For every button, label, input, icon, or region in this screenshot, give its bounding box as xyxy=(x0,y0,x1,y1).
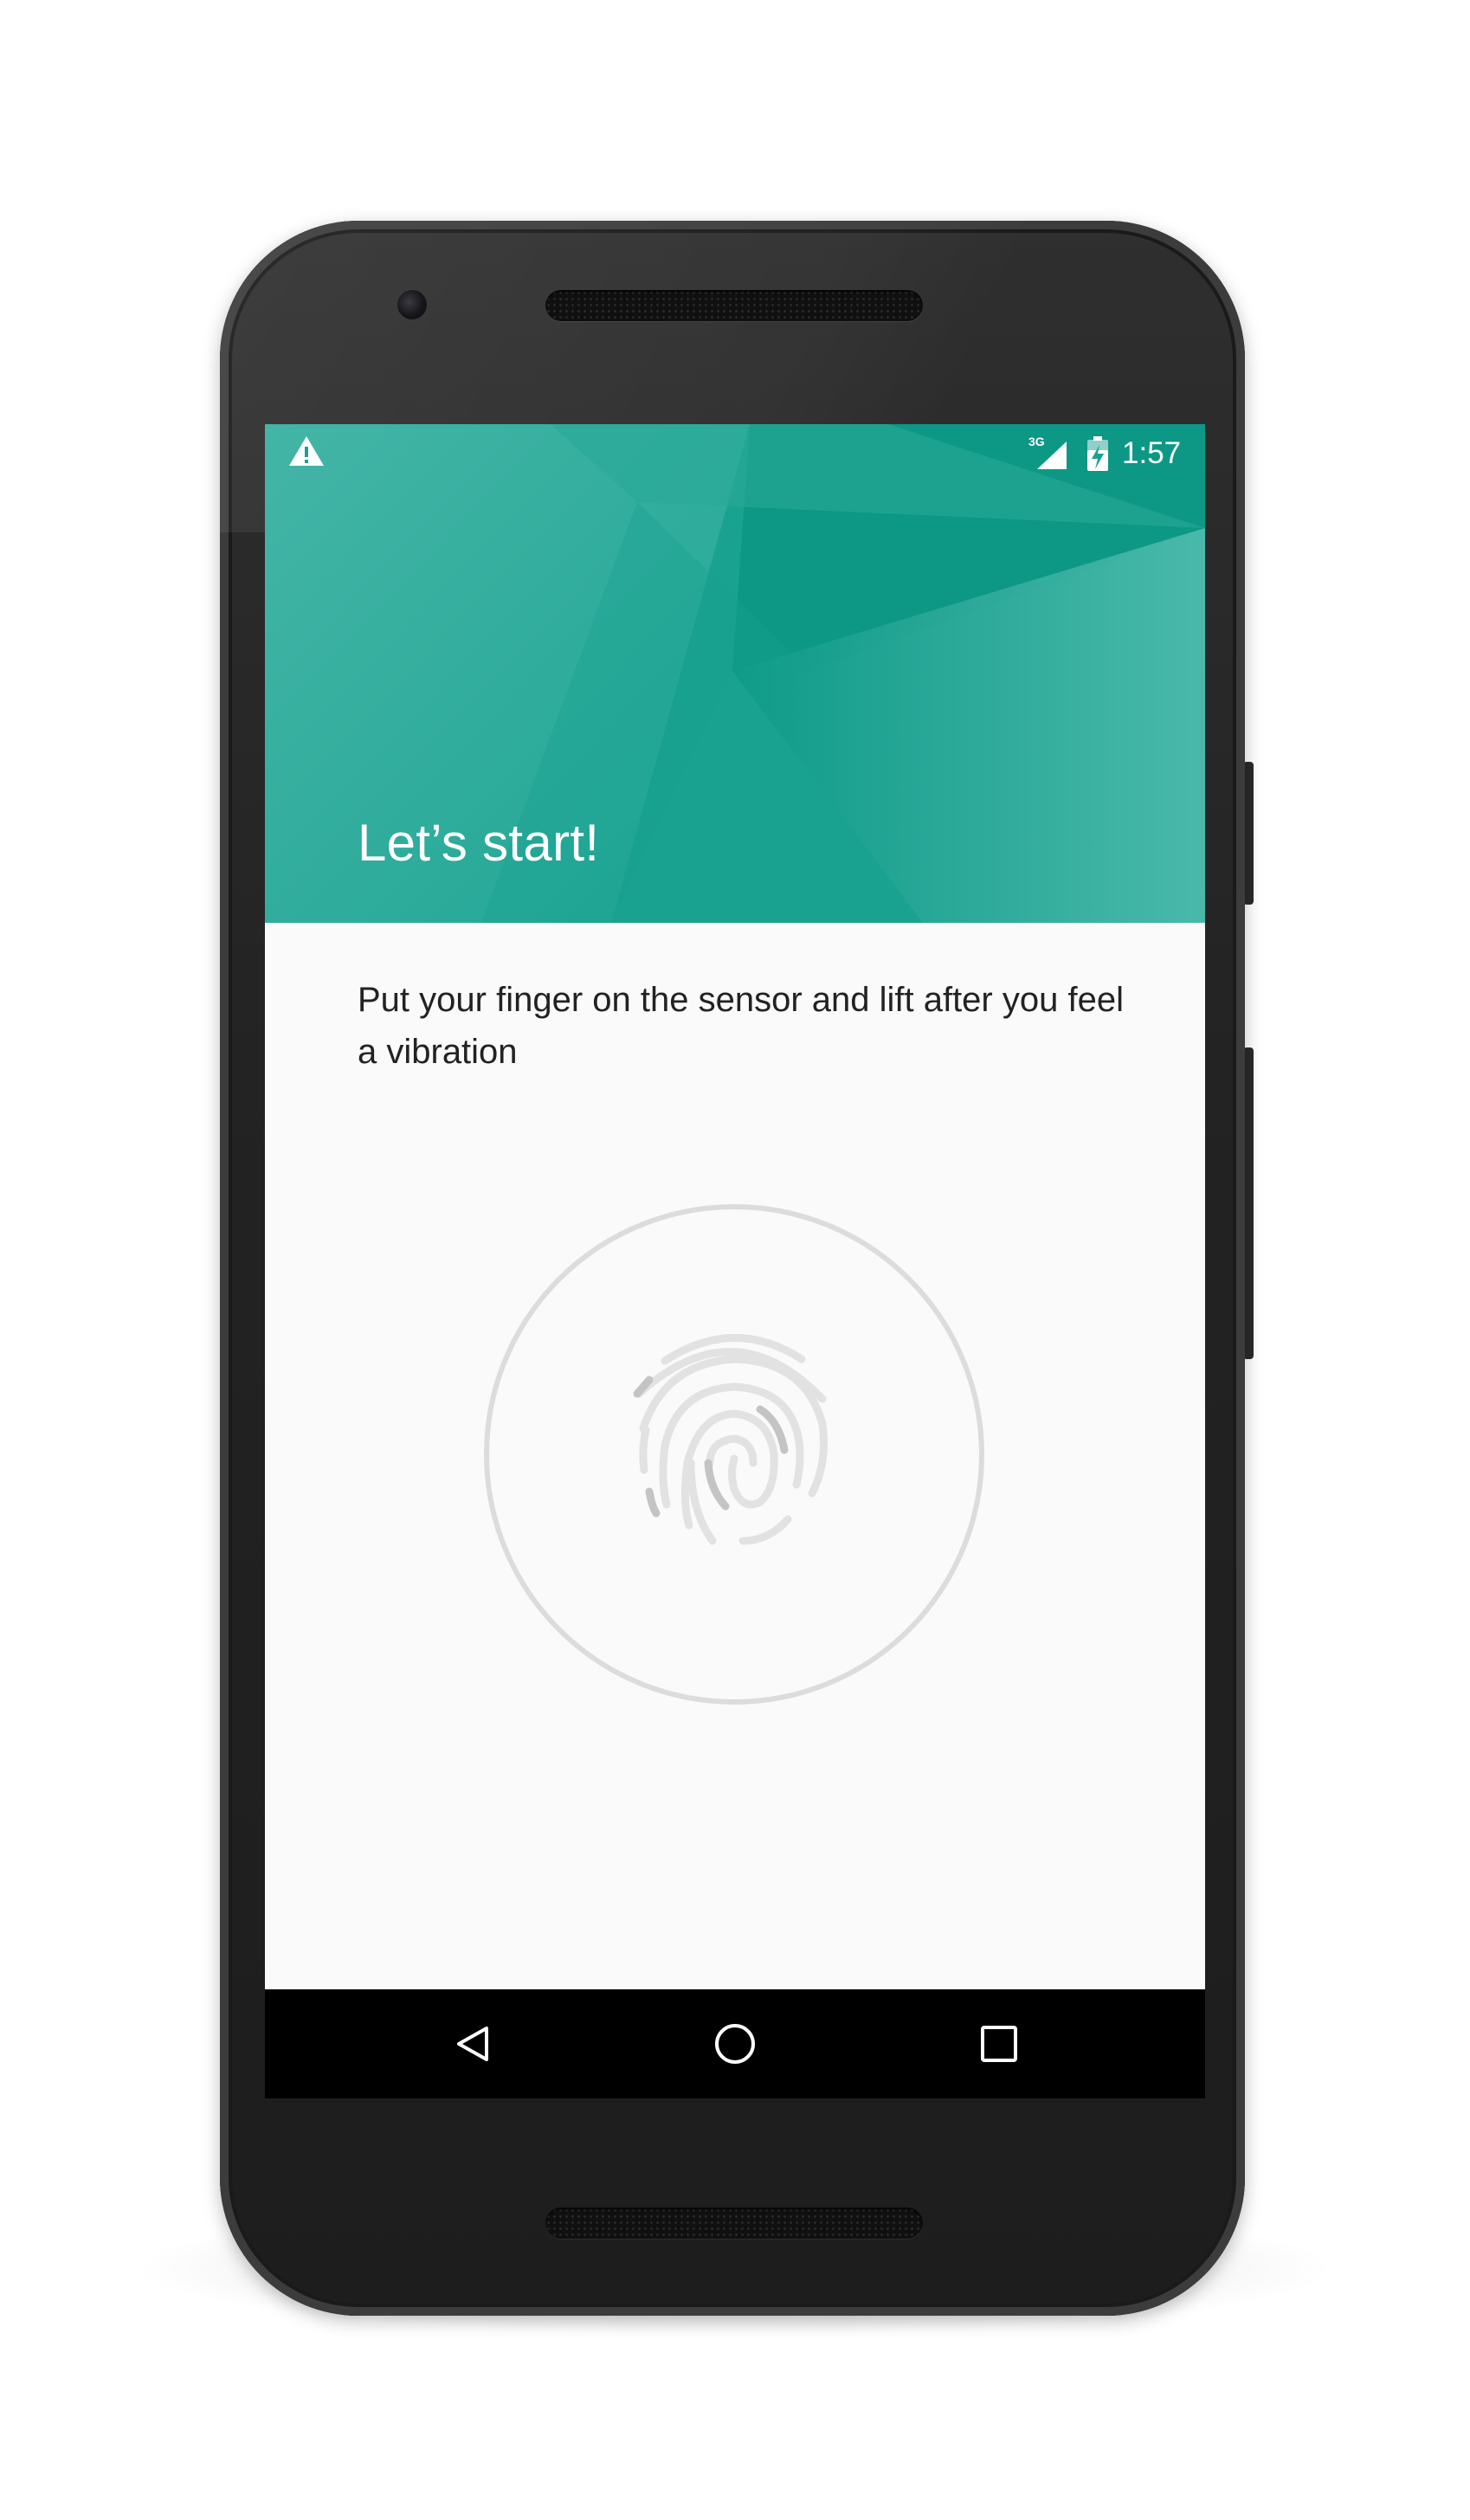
page-title: Let’s start! xyxy=(358,814,600,872)
bottom-speaker-grille xyxy=(545,2207,923,2239)
status-clock: 1:57 xyxy=(1122,436,1182,470)
recents-square-icon xyxy=(981,2026,1017,2062)
warning-icon xyxy=(289,436,324,466)
instruction-text: Put your finger on the sensor and lift a… xyxy=(358,981,1124,1071)
battery-charging-icon xyxy=(1087,436,1108,471)
back-triangle-icon xyxy=(457,2027,488,2061)
home-button[interactable] xyxy=(702,2011,768,2077)
back-button[interactable] xyxy=(442,2011,507,2077)
signal-3g-icon: 3G xyxy=(1028,435,1067,469)
fingerprint-icon xyxy=(633,1334,828,1545)
status-bar: 3G 1:57 xyxy=(265,424,1205,483)
front-camera xyxy=(397,290,427,319)
recents-button[interactable] xyxy=(966,2011,1032,2077)
home-circle-icon xyxy=(715,2024,755,2064)
screen: 3G 1:57 Let’s start! Put your finger on … xyxy=(265,424,1205,2098)
top-speaker-grille xyxy=(545,290,923,321)
network-type-label: 3G xyxy=(1028,435,1045,448)
header-banner: 3G 1:57 Let’s start! xyxy=(265,424,1205,923)
fingerprint-sensor[interactable] xyxy=(483,1203,985,1705)
sensor-ring xyxy=(484,1204,984,1705)
navigation-bar xyxy=(265,1989,1205,2098)
stage: 3G 1:57 Let’s start! Put your finger on … xyxy=(0,0,1470,2520)
